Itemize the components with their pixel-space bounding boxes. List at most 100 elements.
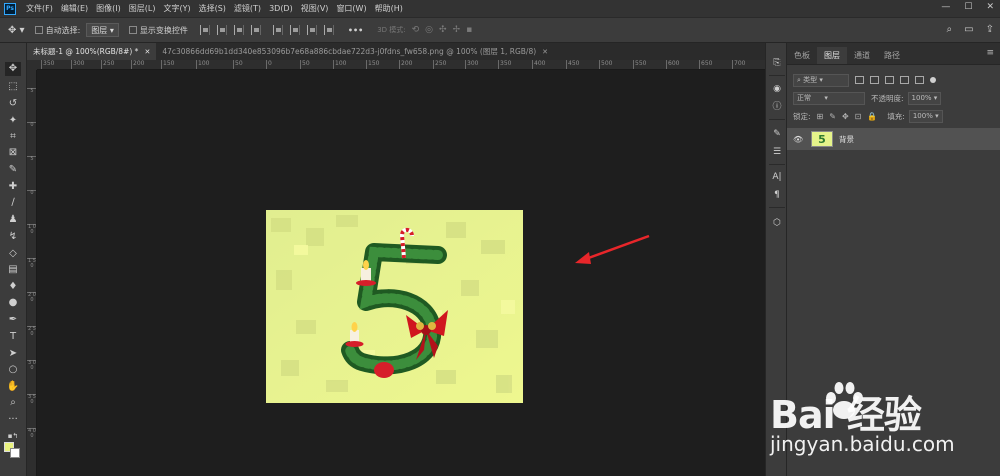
gradient-tool-icon[interactable]: ▤ bbox=[5, 263, 21, 277]
lock-image-icon[interactable]: ✎ bbox=[829, 112, 836, 121]
magic-wand-tool-icon[interactable]: ✦ bbox=[5, 114, 21, 128]
align-hcenter-icon[interactable] bbox=[216, 25, 227, 35]
tab-untitled-1[interactable]: 未标题-1 @ 100%(RGB/8#) * ✕ bbox=[27, 43, 157, 60]
tab-png-file[interactable]: 47c30866dd69b1dd340e853096b7e68a886cbdae… bbox=[156, 43, 554, 60]
distribute-icon[interactable] bbox=[250, 25, 261, 35]
align-left-icon[interactable] bbox=[199, 25, 210, 35]
opacity-field[interactable]: 100% ▾ bbox=[907, 91, 942, 105]
auto-select-checkbox[interactable] bbox=[34, 26, 43, 34]
shape-tool-icon[interactable]: ○ bbox=[5, 363, 21, 377]
blend-mode-dropdown[interactable]: 正常 ▾ bbox=[793, 91, 865, 105]
horizontal-ruler[interactable]: 350 300 250 200 150 100 50 0 50 100 150 … bbox=[37, 60, 765, 70]
align-bottom-icon[interactable] bbox=[306, 25, 317, 35]
tab-swatches[interactable]: 色板 bbox=[787, 47, 817, 64]
vertical-ruler[interactable]: 5 0 5 0 1 0 0 1 5 0 2 0 0 2 5 0 3 0 0 3 … bbox=[27, 70, 37, 476]
lock-artboard-icon[interactable]: ⊡ bbox=[855, 112, 862, 121]
zoom-tool-icon[interactable]: ⌕ bbox=[5, 396, 21, 410]
eyedropper-tool-icon[interactable]: ✎ bbox=[5, 163, 21, 177]
menu-3d[interactable]: 3D(D) bbox=[269, 4, 293, 13]
tab-layers[interactable]: 图层 bbox=[817, 47, 847, 64]
clone-stamp-tool-icon[interactable]: ♟ bbox=[5, 213, 21, 227]
auto-select-dropdown[interactable]: 图层 ▾ bbox=[86, 23, 119, 37]
character-icon[interactable]: A| bbox=[770, 171, 784, 183]
layer-name[interactable]: 背景 bbox=[839, 134, 854, 145]
hand-tool-icon[interactable]: ✋ bbox=[5, 380, 21, 394]
pixel-filter-icon[interactable] bbox=[855, 76, 864, 84]
menu-help[interactable]: 帮助(H) bbox=[375, 3, 403, 14]
distribute-vertical-icon[interactable] bbox=[323, 25, 334, 35]
adjustment-filter-icon[interactable] bbox=[870, 76, 879, 84]
adjustments-icon[interactable]: ☰ bbox=[770, 146, 784, 158]
move-tool-preset-icon[interactable]: ✥ ▾ bbox=[8, 25, 25, 36]
filter-kind-dropdown[interactable]: ⌕ 类型 ▾ bbox=[793, 73, 849, 87]
layer-row-background[interactable]: 👁 5 背景 bbox=[787, 128, 1000, 150]
close-button[interactable]: ✕ bbox=[986, 2, 994, 12]
blur-tool-icon[interactable]: ♦ bbox=[5, 280, 21, 294]
menu-type[interactable]: 文字(Y) bbox=[163, 3, 190, 14]
show-transform-checkbox[interactable] bbox=[128, 26, 137, 34]
ruler-corner[interactable] bbox=[27, 60, 37, 70]
menu-layer[interactable]: 图层(L) bbox=[129, 3, 156, 14]
pan-3d-icon[interactable]: ✣ bbox=[439, 25, 447, 35]
type-tool-icon[interactable]: T bbox=[5, 330, 21, 344]
crop-tool-icon[interactable]: ⌗ bbox=[5, 130, 21, 144]
brush-tool-icon[interactable]: ∕ bbox=[5, 196, 21, 210]
scale-3d-icon[interactable]: ▪ bbox=[466, 25, 472, 35]
panel-menu-icon[interactable]: ≡ bbox=[986, 48, 994, 58]
lock-position-icon[interactable]: ✥ bbox=[842, 112, 849, 121]
paragraph-icon[interactable]: ¶ bbox=[770, 189, 784, 201]
document-image[interactable] bbox=[266, 210, 523, 403]
slide-3d-icon[interactable]: ✢ bbox=[453, 25, 461, 35]
type-filter-icon[interactable] bbox=[885, 76, 894, 84]
menu-edit[interactable]: 编辑(E) bbox=[61, 3, 88, 14]
minimize-button[interactable]: — bbox=[941, 2, 950, 12]
default-colors-icon[interactable]: ▪↰ bbox=[5, 429, 21, 443]
maximize-button[interactable]: ☐ bbox=[964, 2, 972, 12]
search-icon[interactable]: ⌕ bbox=[947, 24, 953, 35]
menu-view[interactable]: 视图(V) bbox=[301, 3, 329, 14]
roll-3d-icon[interactable]: ◎ bbox=[425, 25, 433, 35]
fill-field[interactable]: 100% ▾ bbox=[908, 109, 943, 123]
close-icon[interactable]: ✕ bbox=[144, 48, 150, 56]
healing-brush-tool-icon[interactable]: ✚ bbox=[5, 180, 21, 194]
marquee-tool-icon[interactable]: ⬚ bbox=[5, 80, 21, 94]
lock-all-icon[interactable]: 🔒 bbox=[867, 112, 877, 121]
tab-channels[interactable]: 通道 bbox=[847, 47, 877, 64]
history-brush-tool-icon[interactable]: ↯ bbox=[5, 230, 21, 244]
pen-tool-icon[interactable]: ✒ bbox=[5, 313, 21, 327]
edit-toolbar-icon[interactable]: ··· bbox=[5, 413, 21, 427]
eraser-tool-icon[interactable]: ◇ bbox=[5, 247, 21, 261]
info-icon[interactable]: ⓘ bbox=[770, 101, 784, 113]
menu-filter[interactable]: 滤镜(T) bbox=[234, 3, 261, 14]
menu-image[interactable]: 图像(I) bbox=[96, 3, 121, 14]
filter-toggle-icon[interactable] bbox=[930, 77, 936, 83]
align-top-icon[interactable] bbox=[272, 25, 283, 35]
orbit-3d-icon[interactable]: ⟲ bbox=[412, 25, 420, 35]
menu-file[interactable]: 文件(F) bbox=[26, 3, 53, 14]
shape-filter-icon[interactable] bbox=[900, 76, 909, 84]
3d-icon[interactable]: ⬡ bbox=[770, 217, 784, 229]
history-icon[interactable]: ⎘ bbox=[770, 57, 784, 69]
background-color-swatch[interactable] bbox=[10, 448, 20, 458]
path-selection-tool-icon[interactable]: ➤ bbox=[5, 347, 21, 361]
tab-paths[interactable]: 路径 bbox=[877, 47, 907, 64]
color-icon[interactable]: ◉ bbox=[770, 83, 784, 95]
move-tool-icon[interactable]: ✥ bbox=[5, 62, 21, 76]
lock-transparent-icon[interactable]: ⊞ bbox=[817, 112, 824, 121]
align-vcenter-icon[interactable] bbox=[289, 25, 300, 35]
workspace-icon[interactable]: ▭ bbox=[964, 24, 973, 35]
eye-icon[interactable]: 👁 bbox=[793, 135, 807, 144]
canvas-area[interactable] bbox=[37, 70, 765, 476]
frame-tool-icon[interactable]: ⊠ bbox=[5, 146, 21, 160]
more-options-button[interactable]: ••• bbox=[348, 26, 363, 35]
menu-select[interactable]: 选择(S) bbox=[199, 3, 226, 14]
dodge-tool-icon[interactable]: ● bbox=[5, 296, 21, 310]
brush-settings-icon[interactable]: ✎ bbox=[770, 128, 784, 140]
lasso-tool-icon[interactable]: ↺ bbox=[5, 97, 21, 111]
close-icon[interactable]: ✕ bbox=[542, 48, 548, 56]
align-right-icon[interactable] bbox=[233, 25, 244, 35]
menu-window[interactable]: 窗口(W) bbox=[336, 3, 366, 14]
smart-object-filter-icon[interactable] bbox=[915, 76, 924, 84]
photoshop-logo[interactable]: Ps bbox=[4, 2, 16, 15]
share-icon[interactable]: ⇪ bbox=[986, 24, 994, 35]
